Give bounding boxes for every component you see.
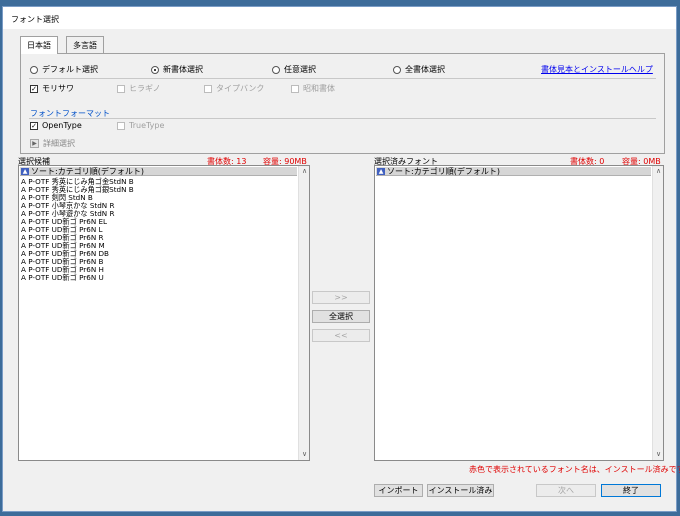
tab-japanese[interactable]: 日本語 <box>20 36 58 54</box>
checkbox-label: 昭和書体 <box>303 84 335 93</box>
maker-morisawa-checkbox[interactable]: ✓ モリサワ <box>30 83 74 94</box>
window-titlebar: フォント選択 <box>3 7 676 29</box>
selected-scrollbar[interactable]: ∧ ∨ <box>652 166 663 460</box>
checkbox-indicator <box>117 84 125 93</box>
import-button[interactable]: インポート <box>374 484 423 497</box>
checkbox-indicator <box>291 84 299 93</box>
sort-header-label: ソート:カテゴリ順(デフォルト) <box>31 166 144 176</box>
checkbox-label: OpenType <box>42 121 82 130</box>
scroll-up-icon[interactable]: ∧ <box>299 166 309 177</box>
font-selection-window: フォント選択 日本語 多言語 デフォルト選択 新書体選択 任意選択 全書体選択 … <box>2 6 680 512</box>
candidates-sort-header[interactable]: ▲ ソート:カテゴリ順(デフォルト) <box>20 167 297 176</box>
candidates-items: A P-OTF 秀英にじみ角ゴ金StdN BA P-OTF 秀英にじみ角ゴ銀St… <box>21 178 295 282</box>
window-title: フォント選択 <box>11 15 59 24</box>
radio-indicator <box>272 65 280 74</box>
tab-multilingual[interactable]: 多言語 <box>66 36 104 53</box>
installed-note: 赤色で表示されているフォント名は、インストール済みです。 <box>469 465 680 474</box>
radio-indicator <box>30 65 38 74</box>
add-button-label: >> <box>334 293 348 302</box>
radio-label: 全書体選択 <box>405 65 445 74</box>
checkbox-indicator: ✓ <box>30 121 38 130</box>
help-link[interactable]: 書体見本とインストールヘルプ <box>541 64 653 75</box>
format-truetype-checkbox[interactable]: TrueType <box>117 121 164 130</box>
radio-all-typeface-select[interactable]: 全書体選択 <box>393 64 445 75</box>
checkbox-indicator <box>117 121 125 130</box>
select-all-button-label: 全選択 <box>329 312 353 321</box>
list-item[interactable]: A P-OTF UD新ゴ Pr6N U <box>21 274 295 282</box>
radio-label: 新書体選択 <box>163 65 203 74</box>
checkbox-label: TrueType <box>129 121 165 130</box>
maker-hiragino-checkbox[interactable]: ヒラギノ <box>117 83 161 94</box>
remove-button-label: << <box>334 331 348 340</box>
checkbox-label: タイプバンク <box>216 84 265 93</box>
checkbox-indicator: ✓ <box>30 84 38 93</box>
radio-custom-select[interactable]: 任意選択 <box>272 64 316 75</box>
selected-sort-header[interactable]: ▲ ソート:カテゴリ順(デフォルト) <box>376 167 651 176</box>
selected-listbox[interactable]: ▲ ソート:カテゴリ順(デフォルト) ∧ ∨ <box>374 165 664 461</box>
candidates-scrollbar[interactable]: ∧ ∨ <box>298 166 309 460</box>
divider <box>29 78 656 79</box>
sort-header-label: ソート:カテゴリ順(デフォルト) <box>387 166 500 176</box>
radio-new-typeface-select[interactable]: 新書体選択 <box>151 64 203 75</box>
remove-button[interactable]: << <box>312 329 370 342</box>
scroll-down-icon[interactable]: ∨ <box>299 449 309 460</box>
scroll-down-icon[interactable]: ∨ <box>653 449 663 460</box>
language-tabs: 日本語 多言語 <box>20 36 220 54</box>
checkbox-indicator <box>204 84 212 93</box>
checkbox-label: モリサワ <box>42 84 74 93</box>
divider <box>29 118 656 119</box>
installed-button-label: インストール済み <box>428 486 493 495</box>
candidates-listbox[interactable]: ▲ ソート:カテゴリ順(デフォルト) A P-OTF 秀英にじみ角ゴ金StdN … <box>18 165 310 461</box>
tab-japanese-label: 日本語 <box>27 41 51 50</box>
scroll-up-icon[interactable]: ∧ <box>653 166 663 177</box>
detail-select-label: 詳細選択 <box>43 139 75 148</box>
next-button-label: 次へ <box>558 486 574 495</box>
maker-typebank-checkbox[interactable]: タイプバンク <box>204 83 264 94</box>
add-button[interactable]: >> <box>312 291 370 304</box>
play-arrow-icon: ▶ <box>30 139 39 148</box>
radio-label: デフォルト選択 <box>42 65 98 74</box>
radio-default-select[interactable]: デフォルト選択 <box>30 64 98 75</box>
tab-panel-japanese: デフォルト選択 新書体選択 任意選択 全書体選択 書体見本とインストールヘルプ … <box>20 53 665 154</box>
import-button-label: インポート <box>378 486 419 495</box>
select-all-button[interactable]: 全選択 <box>312 310 370 323</box>
radio-indicator <box>393 65 401 74</box>
radio-label: 任意選択 <box>284 65 316 74</box>
sort-ascending-icon: ▲ <box>377 167 385 175</box>
radio-indicator <box>151 65 159 74</box>
installed-button[interactable]: インストール済み <box>427 484 494 497</box>
detail-select-button[interactable]: ▶ 詳細選択 <box>30 138 75 149</box>
sort-ascending-icon: ▲ <box>21 167 29 175</box>
maker-showa-checkbox[interactable]: 昭和書体 <box>291 83 335 94</box>
format-opentype-checkbox[interactable]: ✓ OpenType <box>30 121 82 130</box>
finish-button-label: 終了 <box>623 486 639 495</box>
next-button[interactable]: 次へ <box>536 484 596 497</box>
checkbox-label: ヒラギノ <box>129 84 161 93</box>
finish-button[interactable]: 終了 <box>601 484 661 497</box>
tab-multilingual-label: 多言語 <box>73 41 97 50</box>
